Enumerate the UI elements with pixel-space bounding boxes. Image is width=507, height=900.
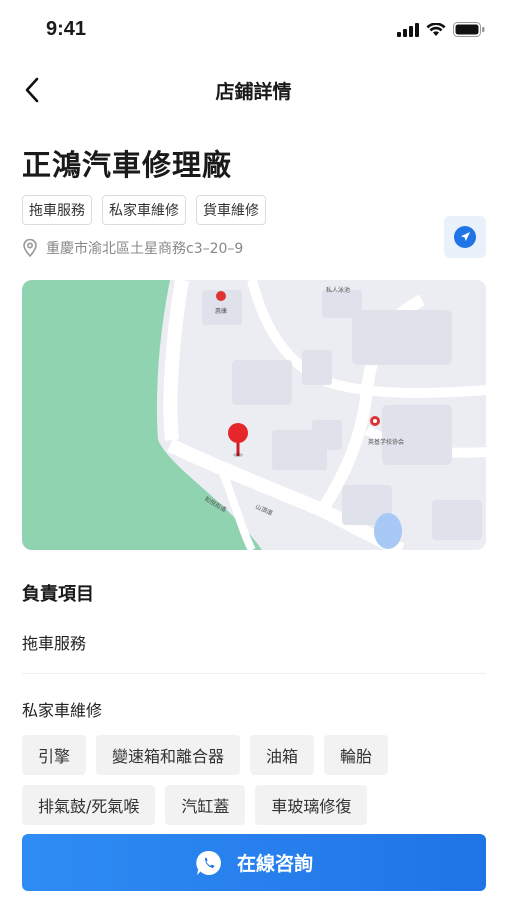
location-map[interactable]: 惠康 私人泳池 英基学校协会 和悅街道 山頂道	[22, 280, 486, 550]
shop-address: 重慶市渝北區土星商務c3–20–9	[46, 241, 244, 257]
map-canvas: 惠康 私人泳池 英基学校协会 和悅街道 山頂道	[22, 280, 486, 550]
online-consult-button[interactable]: 在線咨詢	[22, 834, 486, 891]
cellular-signal-icon	[397, 22, 419, 37]
map-label-poi-top: 惠康	[215, 307, 227, 315]
navigation-arrow-icon	[454, 226, 476, 248]
shop-tag: 拖車服務	[22, 195, 92, 225]
map-label-poi-right: 英基学校协会	[368, 438, 404, 446]
service-chip: 引擎	[22, 735, 87, 775]
service-chip: 變速箱和離合器	[96, 735, 241, 775]
status-bar: 9:41	[0, 0, 507, 60]
service-items: 引擎 變速箱和離合器 油箱 輪胎 排氣鼓/死氣喉 汽缸蓋 車玻璃修復	[22, 735, 492, 825]
service-chip: 車玻璃修復	[255, 785, 368, 825]
service-chip: 輪胎	[324, 735, 389, 775]
nav-bar: 店鋪詳情	[0, 68, 507, 112]
address-row: 重慶市渝北區土星商務c3–20–9	[22, 238, 243, 258]
section-title: 負責項目	[22, 584, 94, 605]
sub-service-title: 私家車維修	[22, 701, 103, 720]
shop-tag: 私家車維修	[102, 195, 186, 225]
status-time: 9:41	[46, 18, 87, 40]
divider	[22, 673, 486, 674]
chat-bubble-icon	[196, 850, 221, 875]
wifi-icon	[426, 22, 446, 36]
main-service: 拖車服務	[22, 634, 87, 653]
shop-tags: 拖車服務 私家車維修 貨車維修	[22, 195, 266, 225]
battery-icon	[453, 22, 485, 37]
map-label-poi-top-right: 私人泳池	[326, 286, 350, 294]
service-chip: 排氣鼓/死氣喉	[22, 785, 156, 825]
shop-tag: 貨車維修	[196, 195, 266, 225]
service-chip: 汽缸蓋	[165, 785, 246, 825]
service-chip: 油箱	[250, 735, 315, 775]
navigate-button[interactable]	[444, 216, 486, 258]
shop-name: 正鴻汽車修理廠	[22, 148, 233, 182]
page-title: 店鋪詳情	[215, 81, 292, 103]
online-consult-label: 在線咨詢	[236, 853, 313, 875]
location-pin-icon	[23, 239, 37, 257]
status-icons	[397, 22, 485, 37]
